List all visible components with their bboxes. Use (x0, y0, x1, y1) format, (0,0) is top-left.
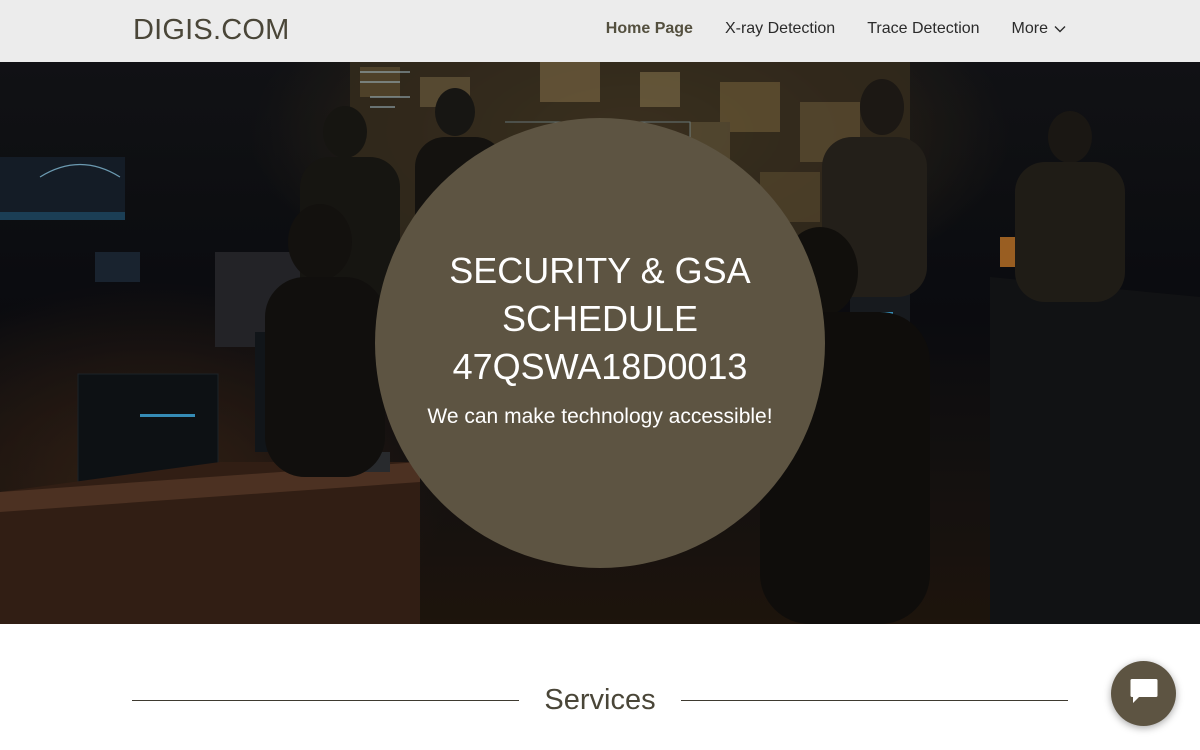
hero-subtitle: We can make technology accessible! (427, 405, 773, 428)
hero-circle: SECURITY & GSA SCHEDULE 47QSWA18D0013 We… (375, 118, 825, 568)
services-heading: Services (544, 683, 656, 716)
chat-button[interactable] (1111, 661, 1176, 726)
chevron-down-icon (1054, 25, 1066, 33)
nav-home-page[interactable]: Home Page (606, 20, 693, 38)
nav-trace-detection[interactable]: Trace Detection (867, 20, 979, 38)
services-divider-right (680, 699, 1069, 701)
services-section-header: Services (132, 680, 1069, 720)
hero-section: SECURITY & GSA SCHEDULE 47QSWA18D0013 We… (0, 62, 1200, 624)
top-navbar: DIGIS.COM Home Page X-ray Detection Trac… (0, 0, 1200, 62)
main-nav: Home Page X-ray Detection Trace Detectio… (606, 20, 1066, 38)
chat-bubble-icon (1129, 677, 1159, 710)
nav-more-label: More (1011, 20, 1048, 37)
site-logo[interactable]: DIGIS.COM (133, 14, 289, 47)
nav-more-dropdown[interactable]: More (1012, 20, 1066, 38)
nav-x-ray-detection[interactable]: X-ray Detection (725, 20, 835, 38)
hero-title: SECURITY & GSA SCHEDULE 47QSWA18D0013 (449, 250, 751, 387)
services-divider-left (132, 699, 520, 701)
